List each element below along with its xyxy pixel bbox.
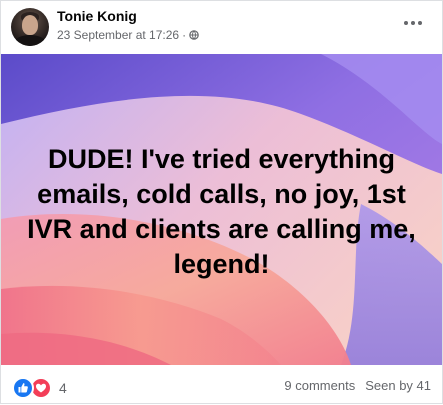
globe-icon[interactable] xyxy=(189,30,199,40)
post-background: DUDE! I've tried everything emails, cold… xyxy=(1,54,442,365)
post-text: DUDE! I've tried everything emails, cold… xyxy=(27,144,416,279)
post-timestamp[interactable]: 23 September at 17:26 xyxy=(57,28,179,42)
seen-by-count[interactable]: Seen by 41 xyxy=(365,378,431,393)
post-header: Tonie Konig 23 September at 17:26 · xyxy=(1,1,442,53)
post-meta: 23 September at 17:26 · xyxy=(57,28,199,42)
post-stats: 9 comments Seen by 41 xyxy=(284,378,431,393)
like-icon xyxy=(12,377,34,399)
post-card: Tonie Konig 23 September at 17:26 · DUDE… xyxy=(0,0,443,404)
more-options-icon[interactable] xyxy=(402,15,424,31)
post-footer: 4 9 comments Seen by 41 xyxy=(1,365,442,405)
meta-separator: · xyxy=(182,28,187,42)
author-name[interactable]: Tonie Konig xyxy=(57,8,137,24)
comments-count[interactable]: 9 comments xyxy=(284,378,355,393)
reactions-summary[interactable]: 4 xyxy=(12,377,67,399)
reaction-count: 4 xyxy=(59,380,67,396)
author-avatar[interactable] xyxy=(11,8,49,46)
